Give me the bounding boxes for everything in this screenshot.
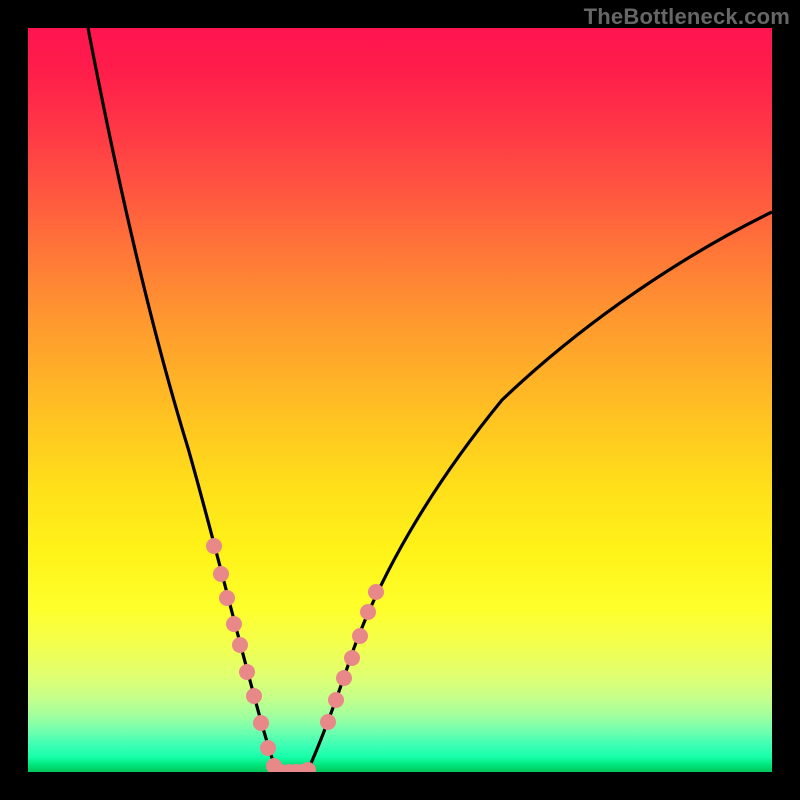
marker-dot <box>232 637 248 653</box>
bottleneck-curve-svg <box>28 28 772 772</box>
marker-dot <box>253 715 269 731</box>
marker-dot <box>300 762 316 772</box>
marker-dot <box>206 538 222 554</box>
curve-right-branch <box>308 212 772 770</box>
marker-dot <box>328 692 344 708</box>
marker-dot <box>226 616 242 632</box>
marker-dot <box>352 628 368 644</box>
watermark-text: TheBottleneck.com <box>584 4 790 30</box>
marker-dot <box>219 590 235 606</box>
marker-dot <box>213 566 229 582</box>
marker-dot <box>344 650 360 666</box>
curve-left-branch <box>88 28 276 770</box>
marker-dot <box>246 688 262 704</box>
marker-dot <box>360 604 376 620</box>
marker-dot <box>260 740 276 756</box>
marker-dot <box>336 670 352 686</box>
marker-dot <box>320 714 336 730</box>
marker-dot <box>239 664 255 680</box>
marker-dot <box>368 584 384 600</box>
